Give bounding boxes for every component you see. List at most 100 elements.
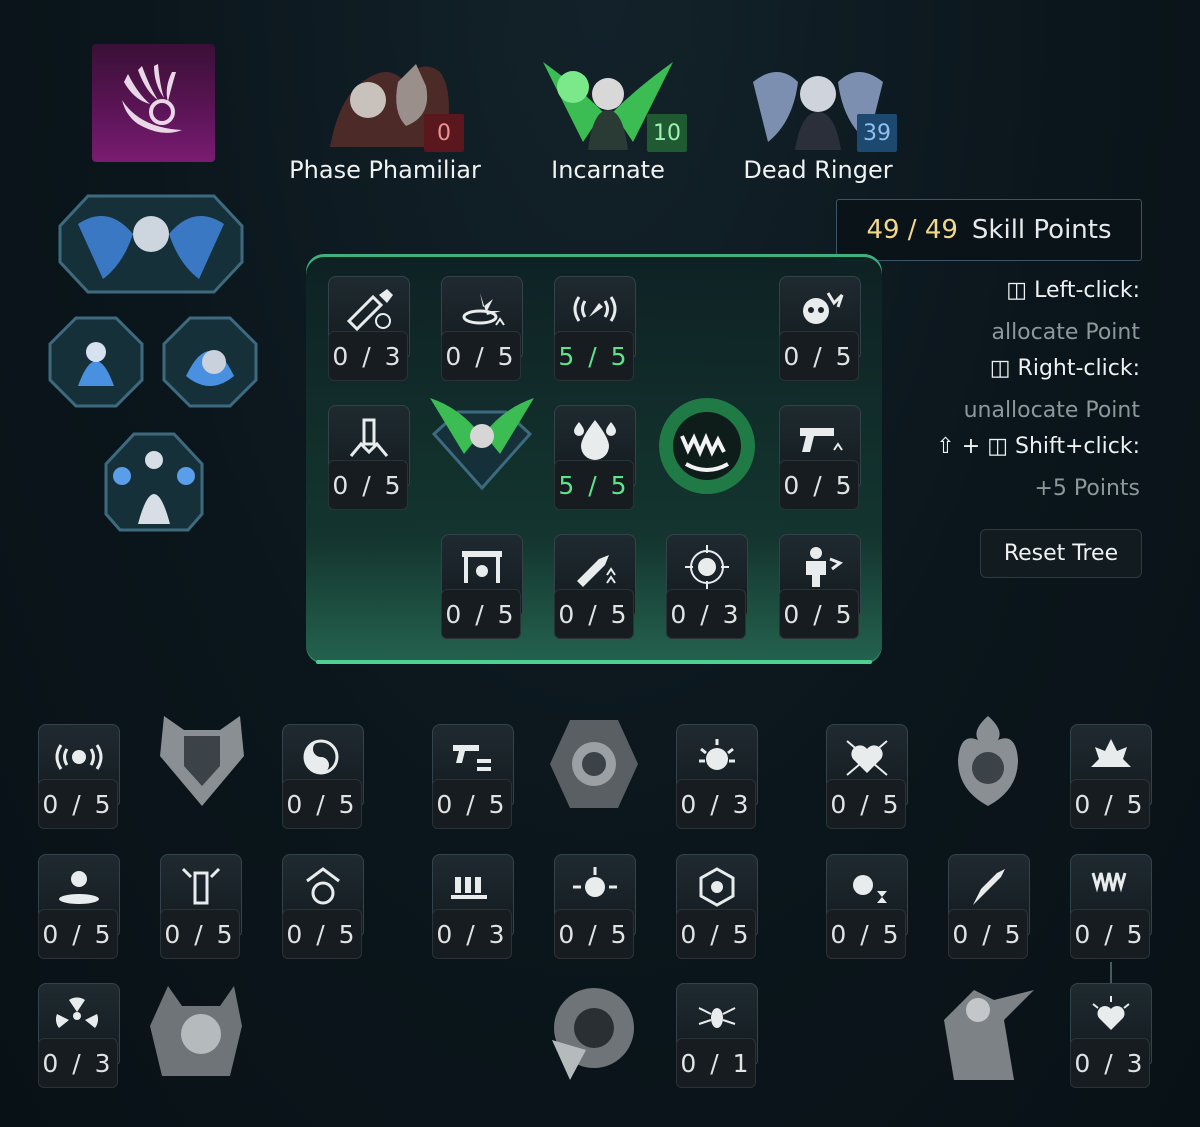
skill-node[interactable]: 0 / 3 [328,276,410,384]
mouse-icon: ◫ [989,356,1011,381]
dead-ringer-ultimate-node[interactable] [58,194,244,294]
shift-click-hint: ⇧ + ◫ Shift+click: [936,434,1140,459]
explosion-icon [1091,739,1131,767]
skill-node[interactable]: 5 / 5 [554,405,636,513]
skill-points-value: 0 / 5 [554,909,634,959]
skull-hourglass-icon [853,875,887,903]
skill-node[interactable]: 0 / 5 [282,854,364,962]
skill-points-value: 0 / 1 [676,1038,756,1088]
skill-node[interactable]: 0 / 5 [676,854,758,962]
dash-figure-node[interactable] [934,980,1040,1084]
connector-line [1110,962,1112,984]
skill-node[interactable]: 0 / 5 [779,276,861,384]
skill-node[interactable]: 0 / 3 [1070,983,1152,1091]
skill-node[interactable]: 0 / 5 [779,405,861,513]
signal-bullet-icon [573,296,617,322]
class-badge[interactable] [92,44,215,162]
skill-points-value: 0 / 3 [1070,1038,1150,1088]
skill-node[interactable]: 0 / 5 [826,724,908,832]
skill-points-value: 0 / 5 [554,589,634,639]
skill-points-value: 5 / 5 [554,331,634,381]
skill-node[interactable]: 5 / 5 [554,276,636,384]
reset-tree-button[interactable]: Reset Tree [980,529,1142,578]
spec-name: Incarnate [551,156,665,184]
spec-points-badge: 10 [647,114,687,152]
timer-shield-icon [306,867,340,905]
skill-node[interactable]: 0 / 5 [38,854,120,962]
skill-node[interactable]: 0 / 5 [1070,854,1152,962]
mouse-icon: ◫ [987,434,1008,459]
bullet-upgrade-icon [577,555,616,587]
skill-points-value: 0 / 5 [779,589,859,639]
skill-points-value: 0 / 5 [441,589,521,639]
skill-points-value: 0 / 5 [38,779,118,829]
skill-node[interactable]: 0 / 5 [328,405,410,513]
gate-icon [462,551,502,583]
horned-skull-node[interactable] [148,982,254,1084]
incarnate-portrait: 10 [533,52,687,152]
spider-icon [698,1007,736,1028]
skill-node[interactable]: 0 / 5 [441,534,523,642]
skull-burst-icon [803,292,844,324]
spec-phase-phamiliar[interactable]: 0 Phase Phamiliar [275,52,495,184]
spec-name: Dead Ringer [743,156,893,184]
crossed-heart-icon [846,740,888,776]
skill-node[interactable]: 0 / 5 [38,724,120,832]
spec-incarnate[interactable]: 10 Incarnate [498,52,718,184]
spec-dead-ringer[interactable]: 39 Dead Ringer [708,52,928,184]
syringe-icon [346,289,393,331]
skill-node[interactable]: 0 / 5 [282,724,364,832]
vial-arrows-icon [181,867,221,905]
vial-splash-icon [349,418,389,457]
skill-points-value: 0 / 3 [328,331,408,381]
skill-points-value: 0 / 5 [282,779,362,829]
skill-node[interactable]: 0 / 5 [432,724,514,832]
skill-node[interactable]: 0 / 5 [1070,724,1152,832]
skill-node[interactable]: 0 / 5 [441,276,523,384]
rocket-icon [973,869,1005,905]
crosshair-skull-icon [685,545,729,589]
skill-node[interactable]: 0 / 5 [948,854,1030,962]
skill-points-value: 0 / 5 [948,909,1028,959]
shield-emblem-node[interactable] [154,712,250,810]
skill-node[interactable]: 0 / 3 [676,724,758,832]
skill-points-label: Skill Points [971,215,1112,245]
left-ability-node-3[interactable] [104,432,204,532]
skill-points-value: 0 / 5 [676,909,756,959]
skill-points-value: 0 / 3 [666,589,746,639]
left-ability-node-2[interactable] [162,316,258,408]
left-click-hint: ◫ Left-click: [1006,278,1140,303]
skill-points-value: 0 / 5 [432,779,512,829]
skill-node[interactable]: 0 / 5 [779,534,861,642]
skull-arrows-icon [573,867,617,897]
skill-points-value: 0 / 5 [779,460,859,510]
skill-node[interactable]: 0 / 5 [826,854,908,962]
skill-node[interactable]: 0 / 5 [160,854,242,962]
skill-node[interactable]: 0 / 3 [38,983,120,1091]
left-ability-node-1[interactable] [48,316,144,408]
pistol-icon [800,428,843,452]
spec-points-badge: 0 [424,114,464,152]
bullet-swirl-node[interactable] [546,716,642,812]
incarnate-ability-node[interactable] [428,392,536,492]
skill-node[interactable]: 0 / 3 [666,534,748,642]
skill-node[interactable]: 0 / 3 [432,854,514,962]
skill-points-value: 0 / 5 [441,331,521,381]
ammo-rack-icon [451,877,487,899]
flaming-skull-node[interactable] [940,712,1036,810]
skill-node[interactable]: 0 / 5 [554,534,636,642]
mouse-icon: ◫ [1006,278,1028,303]
fangs-icon [1091,872,1127,893]
skill-points-counter: 49 / 49 Skill Points [836,199,1142,261]
impact-burst-icon [462,293,505,326]
skill-node[interactable]: 0 / 1 [676,983,758,1091]
skill-points-value: 49 / 49 [866,215,958,245]
blood-drop-icon [574,420,616,460]
skill-node[interactable]: 0 / 5 [554,854,636,962]
gun-ammo-icon [453,745,491,771]
skill-points-value: 0 / 3 [38,1038,118,1088]
skill-points-value: 0 / 5 [328,460,408,510]
skill-points-value: 0 / 5 [160,909,240,959]
vortex-hand-node[interactable] [542,980,638,1084]
green-maw-node[interactable] [652,394,762,498]
